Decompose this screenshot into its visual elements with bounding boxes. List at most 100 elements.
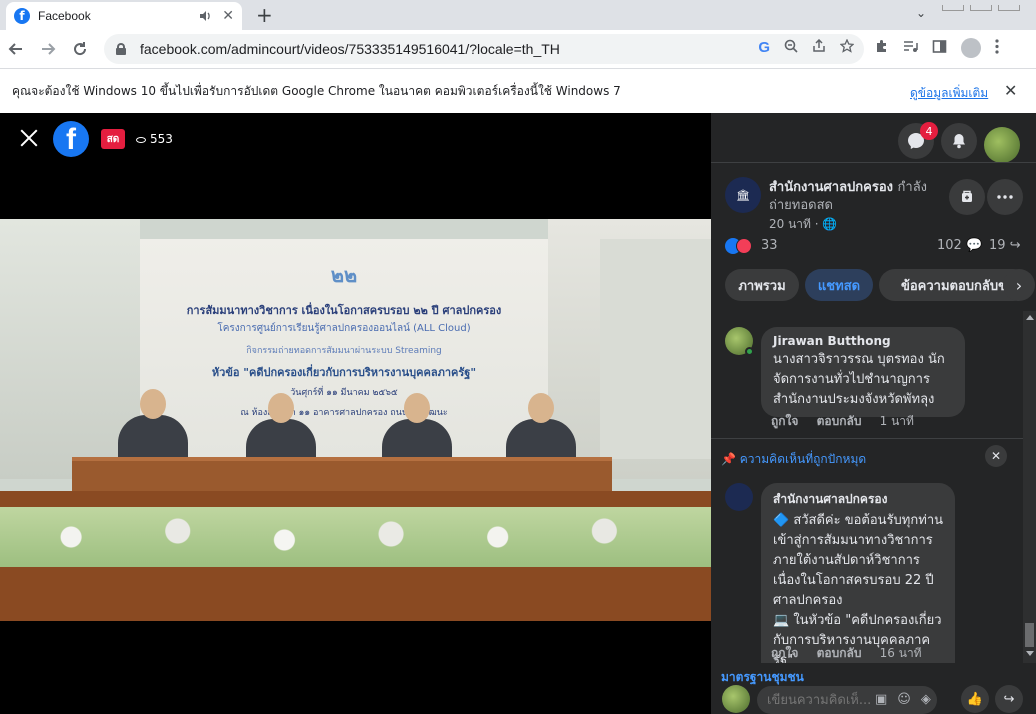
chat-list: Jirawan Butthong นางสาวจิราวรรณ บุตรทอง …	[711, 311, 1036, 663]
comment-count[interactable]: 102 💬	[937, 238, 982, 253]
tab-live-chat[interactable]: แชทสด	[805, 269, 873, 301]
pinned-comment-actions: ถูกใจ ตอบกลับ 16 นาที	[771, 644, 936, 663]
pinned-author-avatar[interactable]	[725, 483, 753, 511]
back-arrow-icon[interactable]	[0, 33, 32, 65]
share-icon[interactable]	[812, 38, 826, 57]
pinned-time[interactable]: 16 นาที	[880, 646, 922, 660]
browser-toolbar: facebook.com/admincourt/videos/753335149…	[0, 30, 1036, 68]
tab-search-icon[interactable]: ⌄	[916, 6, 926, 20]
tab-close-icon[interactable]: ✕	[222, 8, 234, 24]
save-post-icon[interactable]	[949, 179, 985, 215]
backdrop-line2: โครงการศูนย์การเรียนรู้ศาลปกครองออนไลน์ …	[217, 323, 471, 334]
backdrop-line3: กิจกรรมถ่ายทอดการสัมมนาผ่านระบบ Streamin…	[246, 346, 442, 356]
stage-backdrop: ๒๒ การสัมมนาทางวิชาการ เนื่องในโอกาสครบร…	[140, 239, 548, 479]
update-infobar: คุณจะต้องใช้ Windows 10 ขึ้นไปเพื่อรับกา…	[0, 68, 1036, 113]
notifications-bell-icon[interactable]	[941, 123, 977, 159]
comment-bubble: Jirawan Butthong นางสาวจิราวรรณ บุตรทอง …	[761, 327, 965, 417]
window-controls	[936, 0, 1036, 11]
browser-tab[interactable]: f Facebook ✕	[6, 2, 242, 30]
video-viewer: f สด 553 ๒๒ การสัมมนาทางวิชาการ เนื่องใน…	[0, 113, 711, 714]
maximize-button[interactable]	[970, 5, 992, 11]
comment-actions: ถูกใจ ตอบกลับ 1 นาที	[771, 412, 928, 431]
viewer-count-value: 553	[150, 132, 173, 146]
infobar-message: คุณจะต้องใช้ Windows 10 ขึ้นไปเพื่อรับกา…	[12, 83, 621, 98]
love-reaction-icon[interactable]	[736, 238, 752, 254]
learn-more-link[interactable]: ดูข้อมูลเพิ่มเติม	[910, 84, 988, 103]
comments-panel: 4 🏛 สำนักงานศาลปกครอง กำลังถ่ายทอดสด 20 …	[711, 113, 1036, 714]
thumbs-up-icon[interactable]: 👍	[961, 685, 989, 713]
address-bar[interactable]: facebook.com/admincourt/videos/753335149…	[104, 34, 864, 64]
reload-icon[interactable]	[64, 33, 96, 65]
pinned-bubble: สำนักงานศาลปกครอง 🔷 สวัสดีค่ะ ขอต้อนรับท…	[761, 483, 955, 663]
comment-composer: ▣ ☺ ◈ 👍 ↪	[711, 685, 1036, 714]
user-avatar[interactable]	[984, 127, 1020, 163]
chat-scrollbar[interactable]	[1023, 311, 1036, 663]
online-status-icon	[745, 347, 754, 356]
backdrop-line6: ณ ห้องสัมมนา ๑๑ อาคารศาลปกครอง ถนนแจ้งวั…	[240, 408, 448, 418]
zoom-icon[interactable]	[784, 39, 798, 57]
eye-icon	[136, 136, 146, 143]
chevron-right-icon[interactable]: ›	[1003, 269, 1035, 301]
comment-time[interactable]: 1 นาที	[880, 414, 914, 428]
comment-author[interactable]: Jirawan Butthong	[773, 334, 953, 348]
tab-overview[interactable]: ภาพรวม	[725, 269, 799, 301]
speaker-icon[interactable]	[198, 9, 212, 23]
comment-body: นางสาวจิราวรรณ บุตรทอง นักจัดการงานทั่วไ…	[773, 352, 945, 407]
url-text[interactable]: facebook.com/admincourt/videos/753335149…	[140, 41, 560, 57]
like-comment-button[interactable]: ถูกใจ	[771, 414, 798, 428]
lock-icon[interactable]	[116, 43, 126, 55]
tab-strip: f Facebook ✕ + ⌄	[0, 0, 1036, 30]
post-time[interactable]: 20 นาที · 🌐	[769, 215, 837, 234]
like-pinned-button[interactable]: ถูกใจ	[771, 646, 798, 660]
kebab-menu-icon[interactable]	[995, 38, 999, 58]
backdrop-line5: วันศุกร์ที่ ๑๑ มีนาคม ๒๕๖๕	[290, 388, 398, 398]
profile-avatar-icon[interactable]	[961, 38, 981, 58]
close-pinned-icon[interactable]: ✕	[985, 445, 1007, 467]
scroll-up-icon[interactable]	[1026, 315, 1034, 320]
emoji-icon[interactable]: ☺	[897, 692, 911, 707]
side-screen	[600, 239, 711, 459]
scroll-thumb[interactable]	[1025, 623, 1034, 647]
pinned-separator	[711, 438, 1036, 439]
pinned-author[interactable]: สำนักงานศาลปกครอง	[773, 490, 943, 509]
page-name-block: สำนักงานศาลปกครอง กำลังถ่ายทอดสด	[769, 179, 947, 215]
close-window-button[interactable]	[998, 5, 1020, 11]
reply-pinned-button[interactable]: ตอบกลับ	[817, 646, 862, 660]
backdrop-line1: การสัมมนาทางวิชาการ เนื่องในโอกาสครบรอบ …	[186, 304, 502, 317]
flower-decoration	[0, 507, 711, 567]
scroll-down-icon[interactable]	[1026, 651, 1034, 656]
share-arrow-icon[interactable]: ↪	[995, 685, 1023, 713]
tab-title: Facebook	[38, 9, 91, 23]
messenger-badge: 4	[920, 122, 938, 140]
event-logo: ๒๒	[330, 263, 358, 287]
minimize-button[interactable]	[942, 5, 964, 11]
facebook-logo-icon[interactable]: f	[53, 121, 89, 157]
facebook-favicon-icon: f	[14, 8, 30, 24]
reply-comment-button[interactable]: ตอบกลับ	[817, 414, 862, 428]
sticker-icon[interactable]: ◈	[921, 692, 931, 707]
media-control-icon[interactable]	[903, 39, 918, 58]
composer-avatar	[722, 685, 750, 713]
side-panel-icon[interactable]	[932, 39, 947, 58]
reactions-bar: 33 102 💬 19 ↪	[725, 237, 1025, 257]
video-frame[interactable]: ๒๒ การสัมมนาทางวิชาการ เนื่องในโอกาสครบร…	[0, 219, 711, 621]
page-name[interactable]: สำนักงานศาลปกครอง	[769, 180, 893, 195]
infobar-close-icon[interactable]: ✕	[1004, 81, 1017, 100]
new-tab-button[interactable]: +	[256, 3, 273, 27]
panel-divider	[711, 162, 1036, 163]
close-video-icon[interactable]	[18, 127, 40, 149]
page-avatar[interactable]: 🏛	[725, 177, 761, 213]
more-options-icon[interactable]	[987, 179, 1023, 215]
reaction-count[interactable]: 33	[761, 238, 778, 253]
pinned-body-1: 🔷 สวัสดีค่ะ ขอต้อนรับทุกท่านเข้าสู่การสั…	[773, 513, 944, 608]
pinned-comment-label: 📌 ความคิดเห็นที่ถูกปักหมุด	[721, 452, 867, 466]
panel-tabs: ภาพรวม แชทสด ข้อความตอบกลับข	[725, 269, 1036, 301]
extensions-puzzle-icon[interactable]	[874, 39, 889, 58]
viewer-count: 553	[136, 132, 173, 146]
backdrop-line4: หัวข้อ "คดีปกครองเกี่ยวกับการบริหารงานบุ…	[211, 366, 477, 379]
google-lens-icon[interactable]: G	[758, 39, 770, 57]
share-count[interactable]: 19 ↪	[989, 238, 1021, 253]
forward-arrow-icon[interactable]	[32, 33, 64, 65]
gif-icon[interactable]: ▣	[875, 692, 887, 707]
bookmark-star-icon[interactable]	[839, 38, 855, 57]
